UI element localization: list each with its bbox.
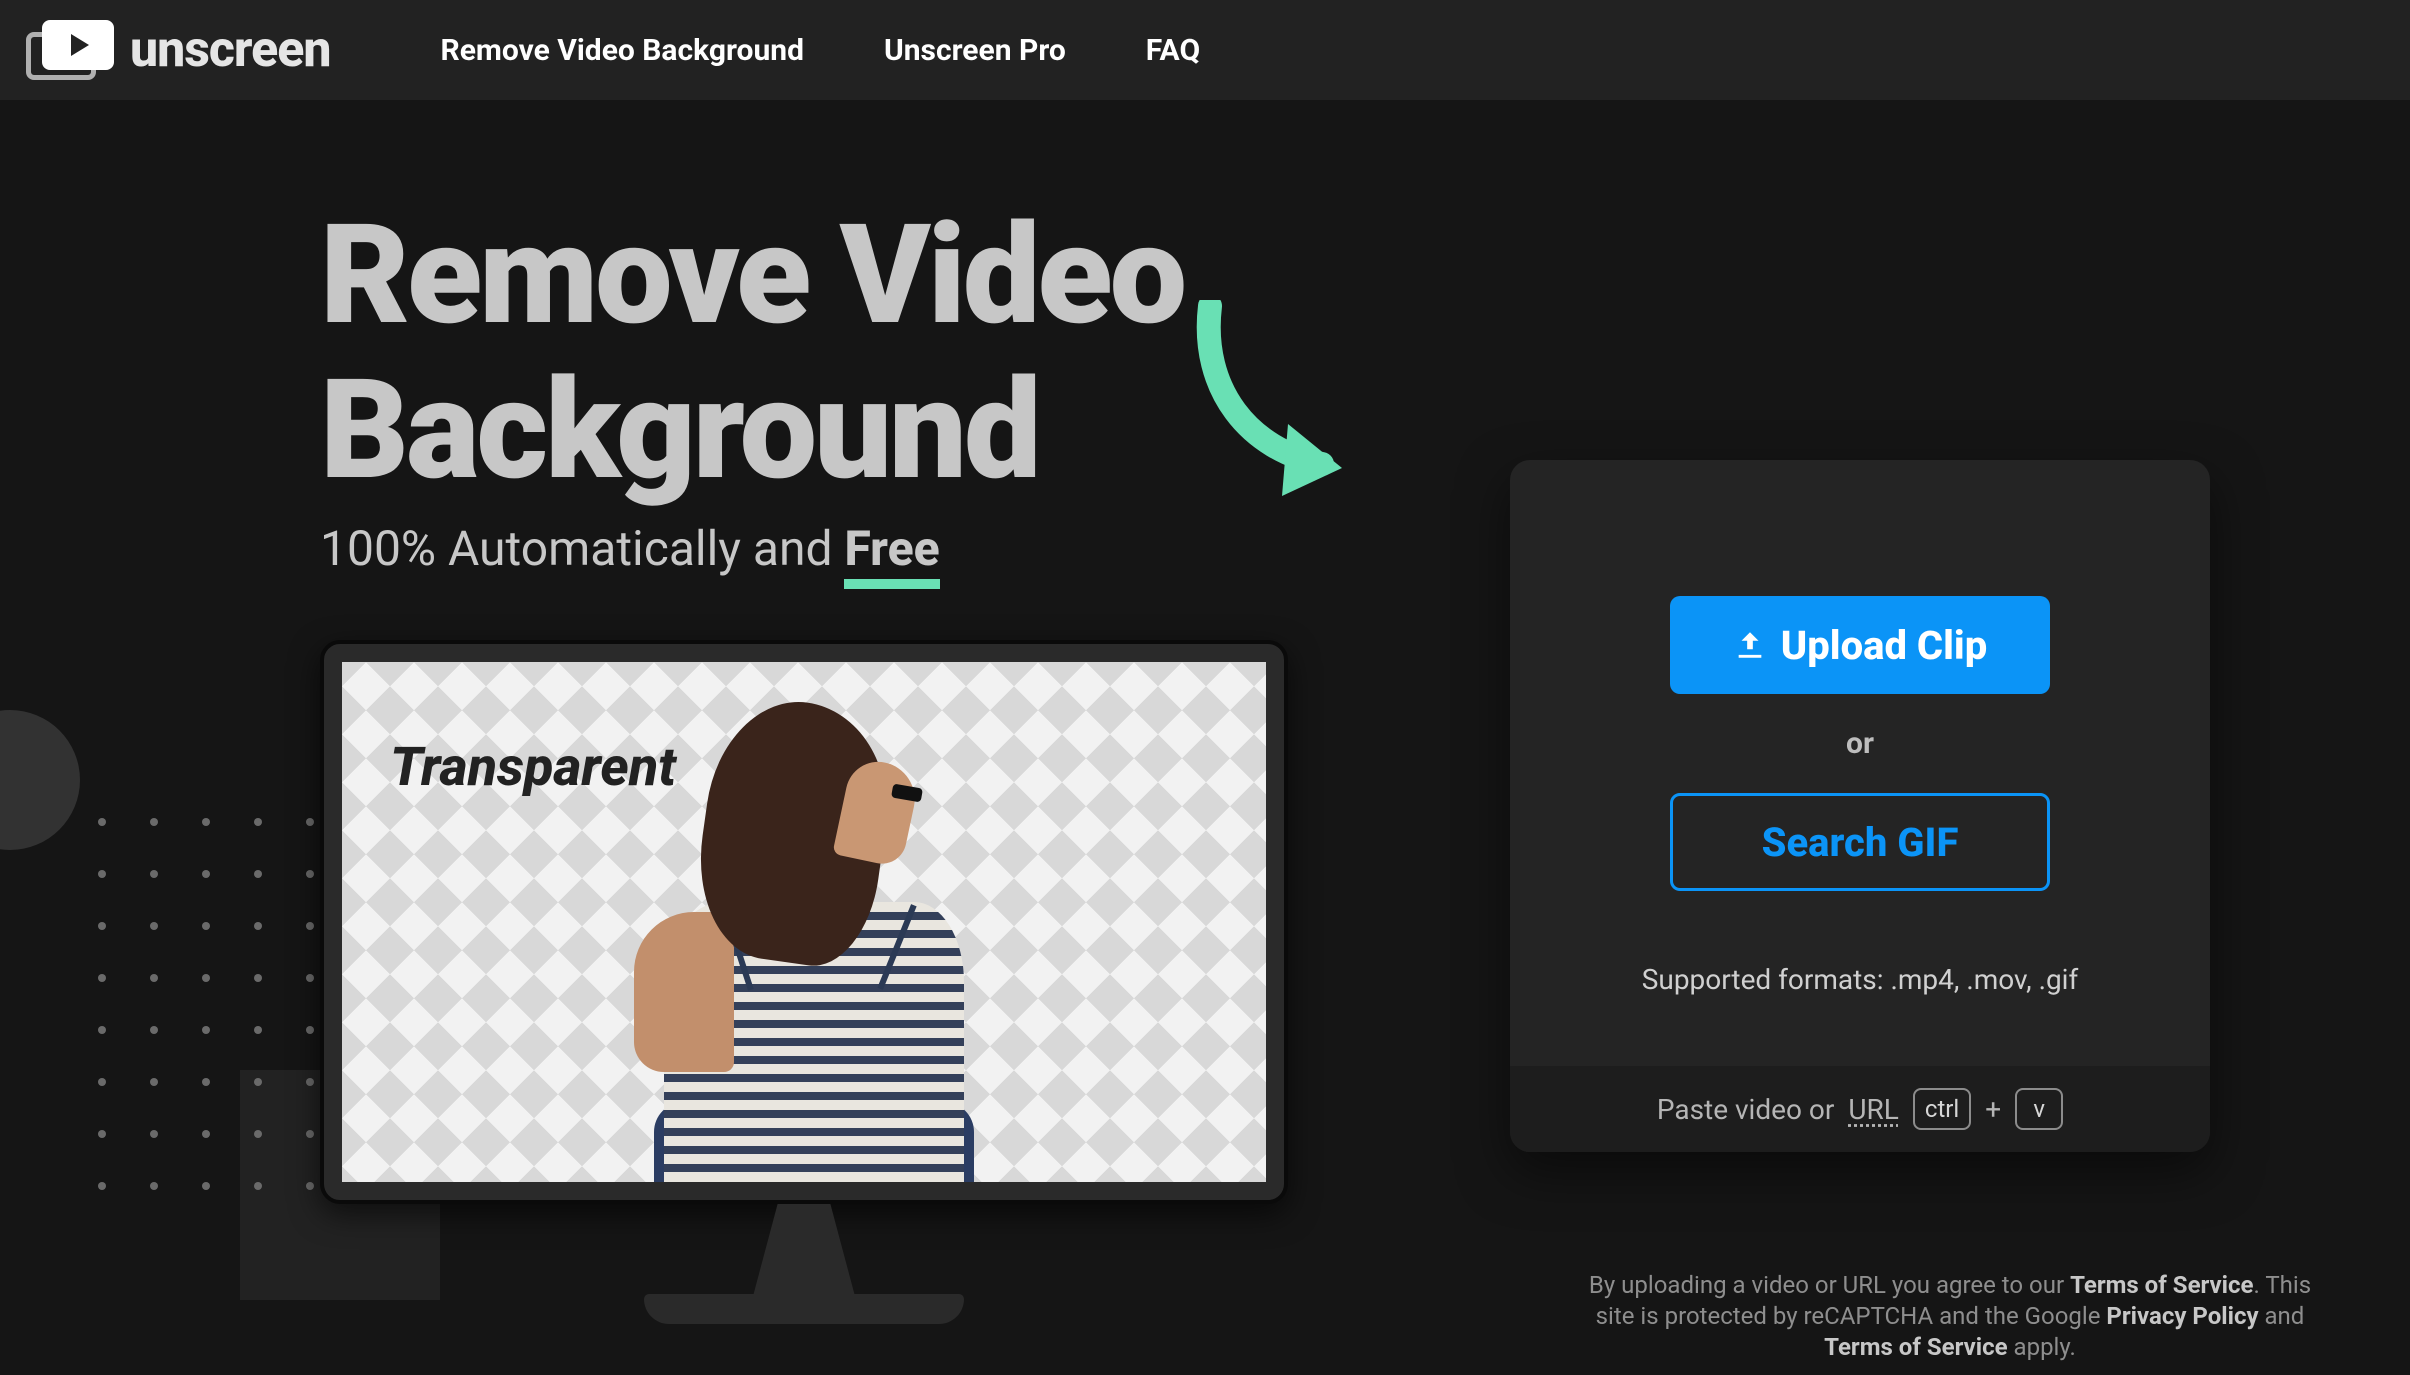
kbd-ctrl: ctrl [1913, 1088, 1971, 1130]
preview-screen: Transparent [342, 662, 1266, 1182]
legal-text: By uploading a video or URL you agree to… [1570, 1270, 2330, 1364]
paste-prefix: Paste video or [1657, 1093, 1835, 1126]
tos-link-2[interactable]: Terms of Service [1824, 1333, 2007, 1361]
preview-person-image [594, 692, 1014, 1182]
hero-title: Remove Video Background [320, 198, 1184, 507]
upload-card: Upload Clip or Search GIF Supported form… [1510, 460, 2210, 1152]
search-gif-button[interactable]: Search GIF [1670, 793, 2050, 891]
hero-subtitle: 100% Automatically and Free [320, 520, 940, 577]
navbar: unscreen Remove Video Background Unscree… [0, 0, 2410, 100]
paste-url-link[interactable]: URL [1848, 1093, 1899, 1126]
upload-clip-label: Upload Clip [1781, 622, 1987, 669]
privacy-policy-link[interactable]: Privacy Policy [2106, 1302, 2258, 1330]
kbd-v: v [2015, 1088, 2063, 1130]
hero-title-line1: Remove Video [320, 198, 1184, 353]
search-gif-label: Search GIF [1762, 819, 1959, 866]
nav-link-pro[interactable]: Unscreen Pro [884, 33, 1066, 68]
nav-links: Remove Video Background Unscreen Pro FAQ [440, 33, 1200, 68]
nav-link-faq[interactable]: FAQ [1146, 33, 1200, 68]
or-text: or [1846, 726, 1874, 761]
preview-monitor: Transparent [320, 640, 1288, 1324]
hero-sub-prefix: 100% Automatically and [320, 520, 844, 577]
supported-formats: Supported formats: .mp4, .mov, .gif [1642, 963, 2078, 996]
tos-link[interactable]: Terms of Service [2070, 1271, 2253, 1299]
decoration-circle [0, 710, 80, 850]
hero-title-line2: Background [320, 353, 1184, 508]
kbd-plus: + [1985, 1093, 2001, 1126]
logo[interactable]: unscreen [26, 20, 330, 80]
logo-mark-icon [26, 20, 116, 80]
hero-sub-free: Free [844, 520, 939, 589]
upload-icon [1733, 628, 1767, 662]
arrow-icon [1170, 300, 1370, 500]
logo-text: unscreen [130, 21, 330, 79]
nav-link-remove-bg[interactable]: Remove Video Background [440, 33, 803, 68]
upload-clip-button[interactable]: Upload Clip [1670, 596, 2050, 694]
upload-footer: Paste video or URL ctrl + v [1510, 1066, 2210, 1152]
